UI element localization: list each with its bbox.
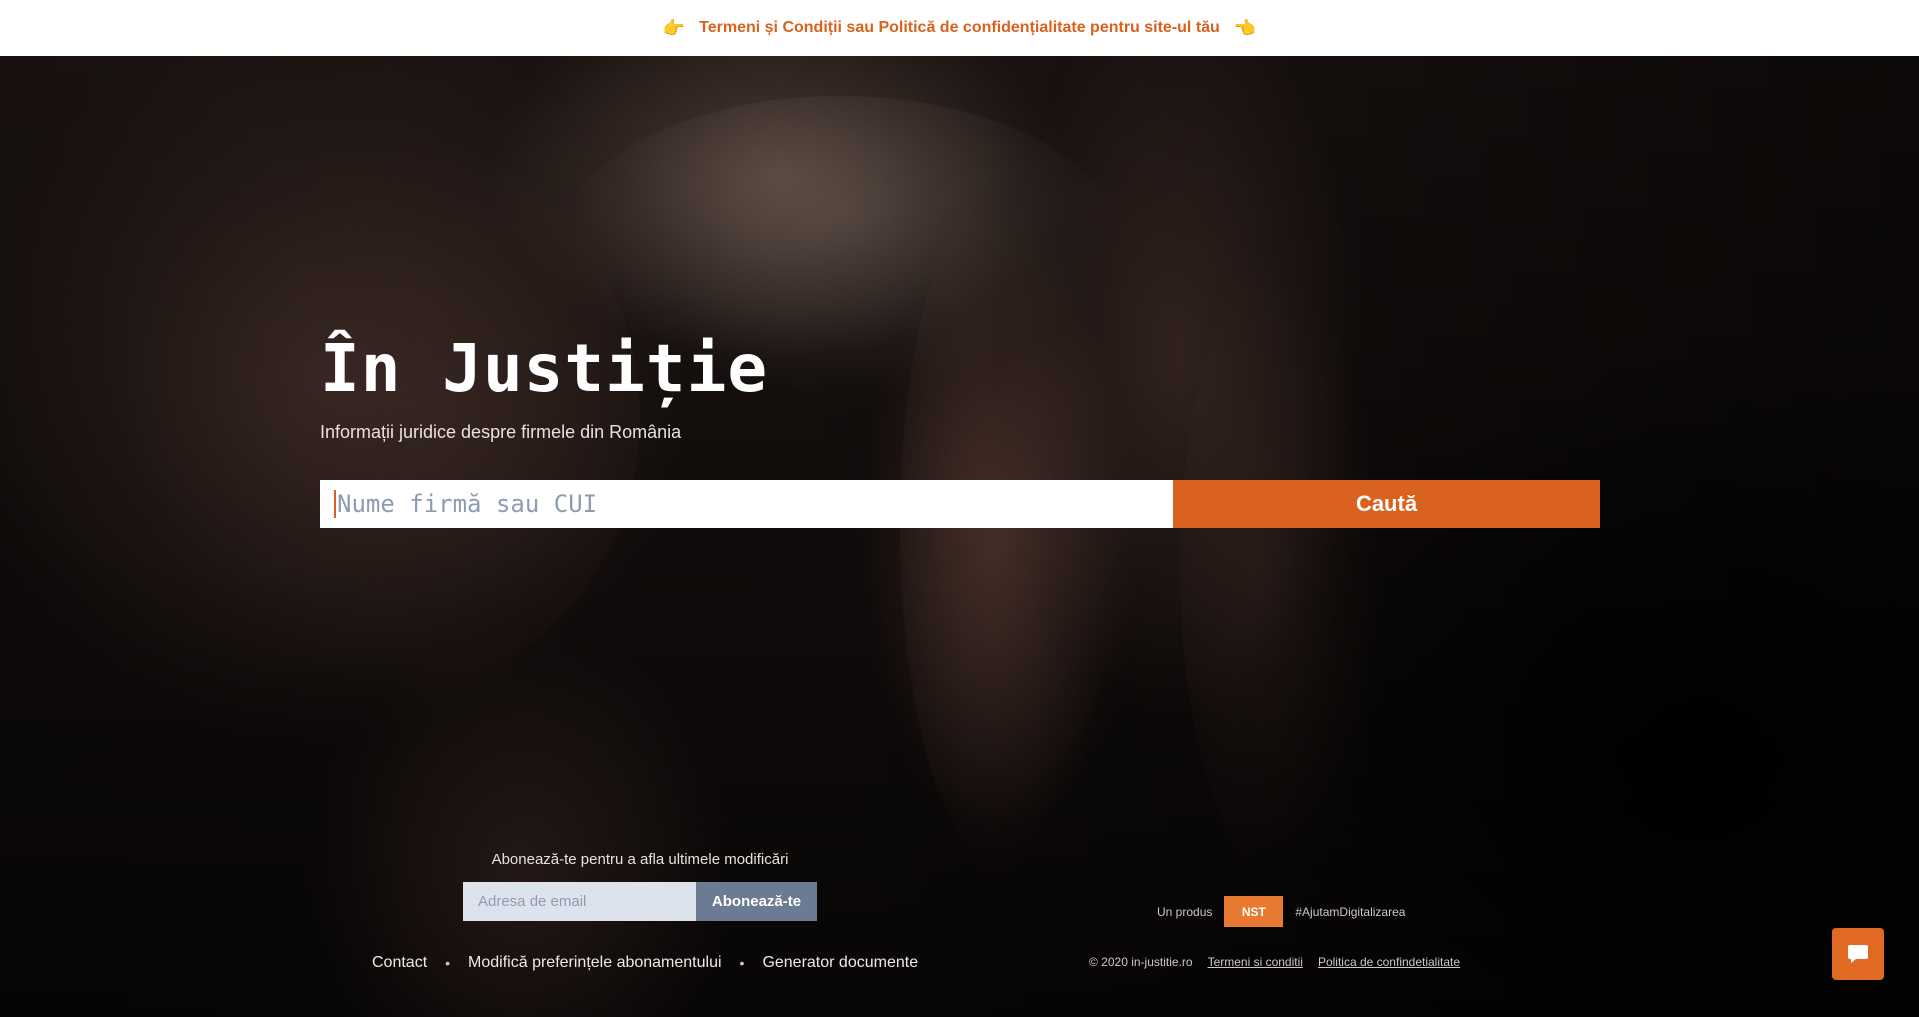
hero-shade: [0, 56, 1919, 1017]
subscribe-button[interactable]: Abonează-te: [696, 882, 817, 921]
banner-link[interactable]: Termeni și Condiții sau Politică de conf…: [699, 19, 1220, 37]
terms-link[interactable]: Termeni si conditii: [1208, 955, 1303, 969]
hero-background: [0, 56, 1919, 1017]
page-title: În Justiție: [320, 330, 769, 407]
page-subtitle: Informații juridice despre firmele din R…: [320, 422, 682, 442]
hand-pointing-right-icon: 👉: [662, 17, 686, 38]
separator: •: [739, 955, 745, 971]
product-label: Un produs: [1157, 904, 1213, 919]
nst-logo[interactable]: NST: [1224, 896, 1284, 927]
copyright: © 2020 in-justitie.ro: [1089, 955, 1193, 969]
search-button[interactable]: Caută: [1173, 480, 1600, 528]
product-credit: Un produs NST #AjutamDigitalizarea: [1157, 896, 1405, 927]
search-input[interactable]: [320, 480, 1173, 528]
contact-link[interactable]: Contact: [372, 954, 427, 972]
chat-bubble-icon: [1848, 945, 1868, 963]
text-cursor: [334, 490, 336, 518]
document-generator-link[interactable]: Generator documente: [762, 954, 918, 972]
subscribe-label: Abonează-te pentru a afla ultimele modif…: [491, 851, 789, 868]
privacy-link[interactable]: Politica de confindetialitate: [1318, 955, 1460, 969]
subscription-preferences-link[interactable]: Modifică preferințele abonamentului: [468, 954, 721, 972]
hashtag: #AjutamDigitalizarea: [1295, 904, 1406, 919]
hand-pointing-left-icon: 👈: [1233, 17, 1257, 38]
subscribe-form: Abonează-te: [463, 882, 817, 921]
top-banner: 👉 Termeni și Condiții sau Politică de co…: [0, 0, 1919, 56]
search-bar: Caută: [320, 480, 1600, 528]
footer-links: Contact • Modifică preferințele abonamen…: [372, 954, 918, 972]
legal-footer: © 2020 in-justitie.ro Termeni si conditi…: [1089, 955, 1460, 969]
separator: •: [445, 955, 451, 971]
chat-button[interactable]: [1832, 928, 1884, 980]
email-field[interactable]: [463, 882, 696, 921]
